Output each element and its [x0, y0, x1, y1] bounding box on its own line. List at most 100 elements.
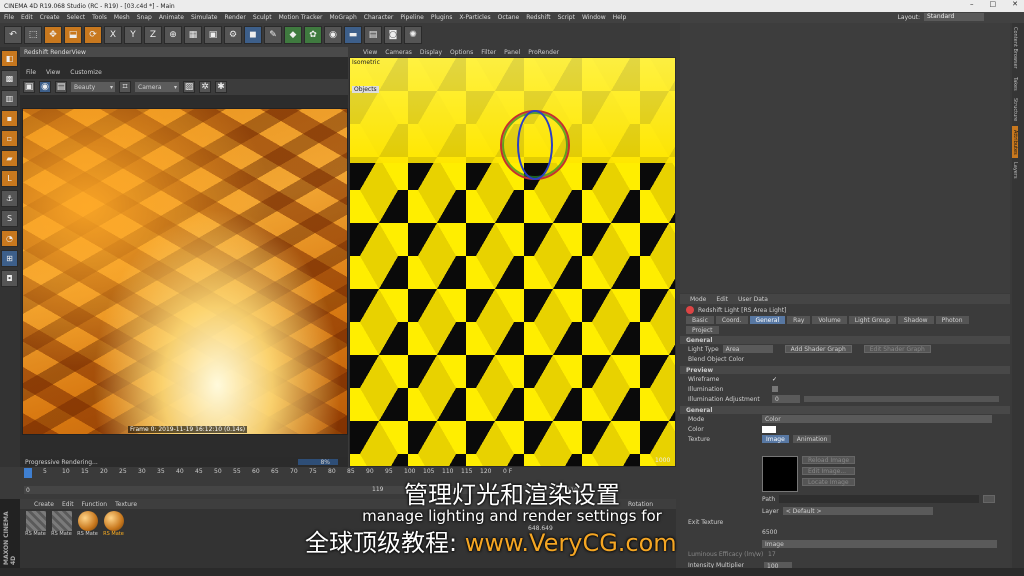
snapshot-icon[interactable]: ▤: [55, 81, 67, 93]
menu-item-character[interactable]: Character: [364, 14, 394, 21]
texture-mode-icon[interactable]: ▩: [1, 70, 18, 87]
side-tab-content-browser[interactable]: Content Browser: [1012, 23, 1018, 73]
menu-item-tools[interactable]: Tools: [92, 14, 107, 21]
section-preview[interactable]: Preview: [680, 366, 1010, 374]
attr-tab-ray[interactable]: Ray: [787, 316, 811, 324]
color-swatch[interactable]: [762, 425, 776, 433]
paint-icon[interactable]: ◘: [1, 270, 18, 287]
menu-item-mograph[interactable]: MoGraph: [330, 14, 357, 21]
menu-item-redshift[interactable]: Redshift: [526, 14, 550, 21]
attr-tab-project[interactable]: Project: [686, 326, 719, 334]
crop-icon[interactable]: ⌗: [119, 81, 131, 93]
menu-item-motion-tracker[interactable]: Motion Tracker: [279, 14, 323, 21]
tweak-icon[interactable]: ⚓: [1, 190, 18, 207]
light-icon[interactable]: ✺: [404, 26, 422, 44]
wireframe-checkbox[interactable]: ✓: [772, 376, 777, 383]
maximize-button[interactable]: □: [990, 0, 997, 8]
texture-tab-animation[interactable]: Animation: [792, 435, 832, 443]
rotate-tool-icon[interactable]: ⟳: [84, 26, 102, 44]
side-tab-layers[interactable]: Layers: [1012, 158, 1018, 183]
workplane-icon[interactable]: ▥: [1, 90, 18, 107]
polygons-mode-icon[interactable]: ▰: [1, 150, 18, 167]
settings-icon[interactable]: ✱: [215, 81, 227, 93]
floor-icon[interactable]: ▬: [344, 26, 362, 44]
snowflake-icon[interactable]: ✲: [199, 81, 211, 93]
vp-menu-options[interactable]: Options: [450, 49, 473, 56]
blend-object-color-label[interactable]: Blend Object Color: [688, 356, 744, 363]
aov-dropdown[interactable]: Beauty ▾: [71, 82, 115, 92]
am-menu-mode[interactable]: Mode: [690, 296, 706, 303]
image-dropdown[interactable]: Image: [762, 540, 997, 548]
menu-item-file[interactable]: File: [4, 14, 14, 21]
illumination-checkbox[interactable]: [772, 386, 778, 392]
environment-icon[interactable]: ▤: [364, 26, 382, 44]
y-axis-icon[interactable]: Y: [124, 26, 142, 44]
points-mode-icon[interactable]: ▪: [1, 110, 18, 127]
section-general-sub[interactable]: General: [680, 406, 1010, 414]
menu-item-x-particles[interactable]: X-Particles: [459, 14, 490, 21]
illumination-adjust-value[interactable]: 0: [772, 395, 800, 403]
rv-menu-file[interactable]: File: [26, 69, 36, 76]
render-start-icon[interactable]: ◉: [39, 81, 51, 93]
rv-menu-view[interactable]: View: [46, 69, 60, 76]
x-axis-icon[interactable]: X: [104, 26, 122, 44]
vp-menu-view[interactable]: View: [363, 49, 377, 56]
cloner-icon[interactable]: ✿: [304, 26, 322, 44]
grid-icon[interactable]: ⊞: [1, 250, 18, 267]
subdivision-icon[interactable]: ◆: [284, 26, 302, 44]
spline-pen-icon[interactable]: ✎: [264, 26, 282, 44]
vp-menu-filter[interactable]: Filter: [481, 49, 496, 56]
menu-item-edit[interactable]: Edit: [21, 14, 33, 21]
axis-mode-icon[interactable]: L: [1, 170, 18, 187]
model-mode-icon[interactable]: ◧: [1, 50, 18, 67]
menu-item-mesh[interactable]: Mesh: [114, 14, 130, 21]
am-menu-edit[interactable]: Edit: [716, 296, 728, 303]
viewport-objects-tab[interactable]: Objects: [352, 86, 379, 93]
layout-selector[interactable]: Layout: Standard: [898, 13, 984, 21]
attr-tab-shadow[interactable]: Shadow: [897, 316, 934, 324]
close-button[interactable]: ✕: [1012, 0, 1018, 8]
menu-item-pipeline[interactable]: Pipeline: [400, 14, 423, 21]
add-shader-graph-button[interactable]: Add Shader Graph: [784, 345, 852, 353]
minimize-button[interactable]: –: [970, 0, 974, 8]
deformer-icon[interactable]: ◉: [324, 26, 342, 44]
rendered-image[interactable]: [22, 108, 348, 435]
move-tool-icon[interactable]: ✥: [44, 26, 62, 44]
edges-mode-icon[interactable]: ▫: [1, 130, 18, 147]
menu-item-simulate[interactable]: Simulate: [191, 14, 218, 21]
scale-tool-icon[interactable]: ⬓: [64, 26, 82, 44]
mode-dropdown[interactable]: Color: [762, 415, 992, 423]
illumination-slider[interactable]: [804, 396, 999, 402]
promo-url[interactable]: www.VeryCG.com: [465, 529, 677, 557]
render-view-icon[interactable]: ▣: [204, 26, 222, 44]
side-tab-takes[interactable]: Takes: [1012, 73, 1018, 95]
camera-dropdown[interactable]: Camera ▾: [135, 82, 179, 92]
z-axis-icon[interactable]: Z: [144, 26, 162, 44]
temperature-value[interactable]: 6500: [762, 529, 777, 536]
menu-item-sculpt[interactable]: Sculpt: [253, 14, 272, 21]
menu-item-plugins[interactable]: Plugins: [431, 14, 453, 21]
reload-image-button[interactable]: Reload Image: [802, 456, 856, 464]
vp-menu-panel[interactable]: Panel: [504, 49, 520, 56]
menu-item-octane[interactable]: Octane: [498, 14, 520, 21]
undo-icon[interactable]: ↶: [4, 26, 22, 44]
save-image-icon[interactable]: ▣: [23, 81, 35, 93]
light-gizmo-ring[interactable]: [517, 110, 553, 180]
am-menu-user-data[interactable]: User Data: [738, 296, 768, 303]
texture-tab-image[interactable]: Image: [762, 435, 789, 443]
attr-tab-volume[interactable]: Volume: [812, 316, 847, 324]
attr-tab-light-group[interactable]: Light Group: [848, 316, 896, 324]
menu-item-script[interactable]: Script: [558, 14, 575, 21]
lock-workplane-icon[interactable]: ◔: [1, 230, 18, 247]
render-settings-icon[interactable]: ⚙: [224, 26, 242, 44]
menu-item-window[interactable]: Window: [582, 14, 606, 21]
vp-menu-prorender[interactable]: ProRender: [528, 49, 559, 56]
attr-tab-general[interactable]: General: [749, 316, 786, 324]
attr-tab-coord-[interactable]: Coord.: [715, 316, 748, 324]
vp-menu-cameras[interactable]: Cameras: [385, 49, 412, 56]
select-tool-icon[interactable]: ⬚: [24, 26, 42, 44]
vp-menu-display[interactable]: Display: [420, 49, 442, 56]
menu-item-animate[interactable]: Animate: [159, 14, 184, 21]
camera-icon[interactable]: ◙: [384, 26, 402, 44]
side-tab-structure[interactable]: Structure: [1012, 94, 1018, 125]
